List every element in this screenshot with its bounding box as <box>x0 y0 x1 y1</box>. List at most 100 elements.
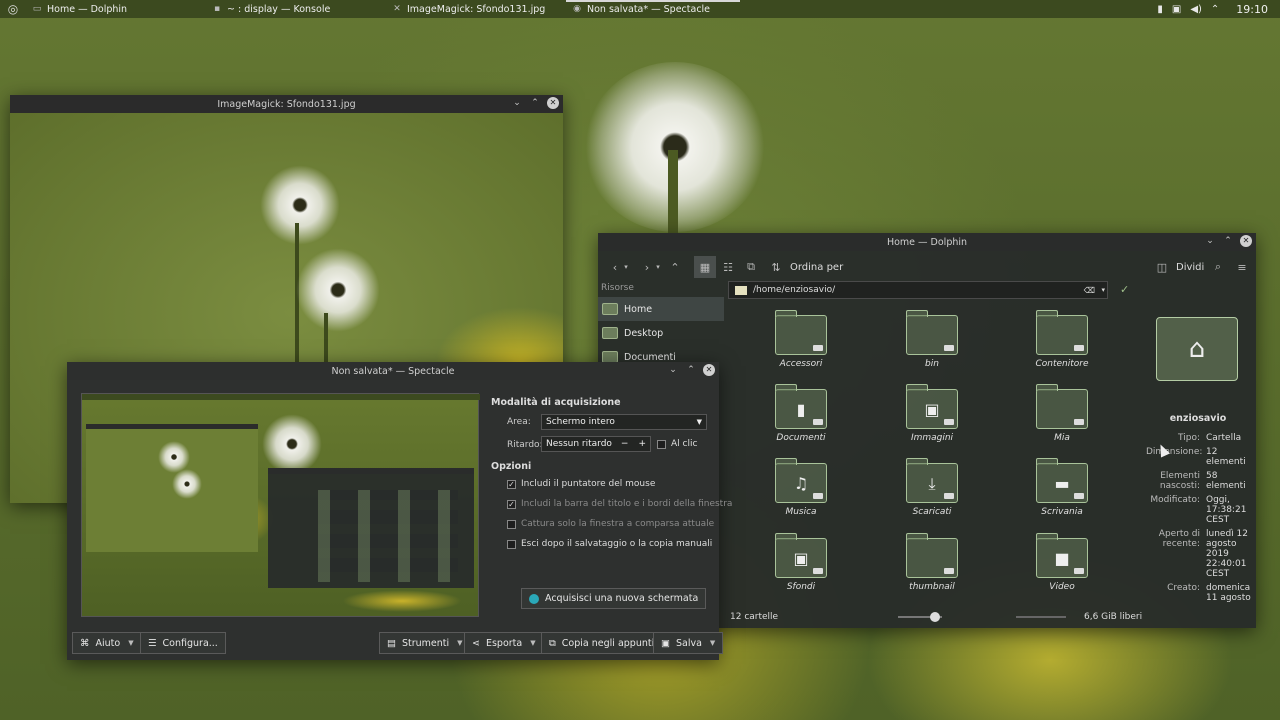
forward-menu-icon[interactable]: ▾ <box>654 256 662 278</box>
increase-icon[interactable]: + <box>638 439 646 449</box>
folder-item[interactable]: Contenitore <box>1012 310 1112 369</box>
link-emblem-icon <box>813 345 823 351</box>
copy-to-clipboard-button[interactable]: ⧉ Copia negli appunti <box>541 632 663 654</box>
folder-name: Contenitore <box>1035 359 1089 369</box>
clock[interactable]: 19:10 <box>1236 3 1268 16</box>
maximize-icon[interactable]: ⌃ <box>529 97 541 109</box>
toolbox-icon: ▤ <box>387 637 396 649</box>
clipboard-icon[interactable]: ▮ <box>1157 4 1163 15</box>
option-checkbox[interactable]: ✓ Includi il puntatore del mouse <box>507 479 655 489</box>
back-icon[interactable]: ‹ <box>608 256 622 278</box>
split-icon[interactable]: ◫ <box>1154 256 1170 278</box>
help-button[interactable]: ⌘ Aiuto ▼ <box>72 632 142 654</box>
minimize-icon[interactable]: ⌄ <box>511 97 523 109</box>
link-emblem-icon <box>1074 345 1084 351</box>
search-icon[interactable]: ⌕ <box>1210 256 1226 278</box>
configure-button[interactable]: ☰ Configura... <box>140 632 226 654</box>
folder-name: Sfondi <box>786 582 816 592</box>
tools-button[interactable]: ▤ Strumenti ▼ <box>379 632 471 654</box>
menu-icon[interactable]: ≡ <box>1234 256 1250 278</box>
export-button[interactable]: ⋖ Esporta ▼ <box>464 632 544 654</box>
folder-name: Video <box>1049 582 1075 592</box>
folder-item[interactable]: Mia <box>1012 384 1112 443</box>
maximize-icon[interactable]: ⌃ <box>1222 235 1234 247</box>
on-click-checkbox[interactable]: Al clic <box>657 439 697 449</box>
dandelion-1 <box>260 165 340 245</box>
minimize-icon[interactable]: ⌄ <box>667 364 679 376</box>
tray-expand-icon[interactable]: ⌃ <box>1211 4 1219 15</box>
checkbox-box <box>507 539 516 549</box>
icons-view-icon[interactable]: ▦ <box>694 256 716 278</box>
task-spectacle[interactable]: ◉ Non salvata* — Spectacle <box>566 0 740 18</box>
info-value: 58 elementi <box>1206 471 1246 491</box>
places-item[interactable]: Desktop <box>598 321 724 345</box>
back-menu-icon[interactable]: ▾ <box>622 256 630 278</box>
sort-by-button[interactable]: Ordina per <box>790 256 843 278</box>
places-item[interactable]: Home <box>598 297 724 321</box>
compact-view-icon[interactable]: ☷ <box>718 256 738 278</box>
close-icon[interactable]: ✕ <box>1240 235 1252 247</box>
confirm-icon[interactable]: ✓ <box>1120 283 1129 296</box>
spectacle-titlebar[interactable]: Non salvata* — Spectacle ⌄ ⌃ ✕ <box>67 362 719 380</box>
folder-item[interactable]: ■ Video <box>1012 533 1112 592</box>
split-button[interactable]: Dividi <box>1176 256 1204 278</box>
link-emblem-icon <box>1074 568 1084 574</box>
details-view-icon[interactable]: ⧉ <box>741 256 761 278</box>
maximize-icon[interactable]: ⌃ <box>685 364 697 376</box>
option-checkbox[interactable]: Cattura solo la finestra a comparsa attu… <box>507 519 714 529</box>
decrease-icon[interactable]: − <box>621 439 629 449</box>
imagemagick-titlebar[interactable]: ImageMagick: Sfondo131.jpg ⌄ ⌃ ✕ <box>10 95 563 113</box>
save-button[interactable]: ▣ Salva ▼ <box>653 632 724 654</box>
info-panel: Tipo: Cartella Dimensione: 12 elementi Eleme… <box>1146 433 1256 607</box>
option-checkbox[interactable]: Esci dopo il salvataggio o la copia manu… <box>507 539 712 549</box>
folder-name: Scrivania <box>1041 507 1083 517</box>
folder-icon: ♫ <box>775 458 827 503</box>
task-dolphin[interactable]: ▭ Home — Dolphin <box>26 0 206 18</box>
task-imagemagick[interactable]: ✕ ImageMagick: Sfondo131.jpg <box>386 0 566 18</box>
chevron-down-icon: ▼ <box>709 639 716 647</box>
folder-item[interactable]: thumbnail <box>882 533 982 592</box>
screenshot-preview[interactable] <box>81 393 480 617</box>
task-konsole[interactable]: ▪ ~ : display — Konsole <box>206 0 386 18</box>
zoom-slider-handle[interactable] <box>930 612 940 622</box>
folder-name: Scaricati <box>912 507 952 517</box>
close-icon[interactable]: ✕ <box>703 364 715 376</box>
up-icon[interactable]: ⌃ <box>668 256 682 278</box>
app-launcher-icon[interactable]: ◎ <box>0 0 26 18</box>
volume-icon[interactable]: ◀) <box>1190 4 1202 15</box>
share-icon: ⋖ <box>472 637 480 649</box>
new-screenshot-button[interactable]: Acquisisci una nuova schermata <box>521 588 707 609</box>
settings-icon: ☰ <box>148 637 157 649</box>
location-bar[interactable]: /home/enziosavio/ ⌫ ▾ <box>728 281 1108 299</box>
folder-item[interactable]: ▮ Documenti <box>751 384 851 443</box>
close-icon[interactable]: ✕ <box>547 97 559 109</box>
info-value: lunedì 12 agosto 2019 22:40:01 CEST <box>1206 529 1248 579</box>
folder-item[interactable]: ⤓ Scaricati <box>882 458 982 517</box>
folder-item[interactable]: ▣ Immagini <box>882 384 982 443</box>
sort-icon[interactable]: ⇅ <box>768 256 784 278</box>
area-select[interactable]: Schermo intero ▼ <box>541 414 707 430</box>
minimize-icon[interactable]: ⌄ <box>1204 235 1216 247</box>
clear-icon[interactable]: ⌫ <box>1084 286 1095 295</box>
dolphin-titlebar[interactable]: Home — Dolphin ⌄ ⌃ ✕ <box>598 233 1256 251</box>
checkbox-box <box>657 439 666 449</box>
network-icon[interactable]: ▣ <box>1172 4 1181 15</box>
delay-spinbox[interactable]: Nessun ritardo − + <box>541 436 651 452</box>
folder-icon <box>1036 384 1088 429</box>
folder-item[interactable]: bin <box>882 310 982 369</box>
folder-item[interactable]: Accessori <box>751 310 851 369</box>
forward-icon[interactable]: › <box>640 256 654 278</box>
folder-glyph-icon: ■ <box>1054 549 1070 568</box>
places-item-label: Documenti <box>624 351 676 363</box>
folder-item[interactable]: ▬ Scrivania <box>1012 458 1112 517</box>
folder-item[interactable]: ▣ Sfondi <box>751 533 851 592</box>
folder-name: Accessori <box>779 359 823 369</box>
zoom-slider[interactable] <box>898 612 942 622</box>
info-name: enziosavio <box>1169 413 1227 424</box>
folder-name: Immagini <box>910 433 954 443</box>
folder-item[interactable]: ♫ Musica <box>751 458 851 517</box>
info-value: Cartella <box>1206 433 1242 443</box>
dropdown-icon[interactable]: ▾ <box>1101 286 1105 294</box>
link-emblem-icon <box>944 419 954 425</box>
option-checkbox[interactable]: ✓ Includi la barra del titolo e i bordi d… <box>507 499 732 509</box>
